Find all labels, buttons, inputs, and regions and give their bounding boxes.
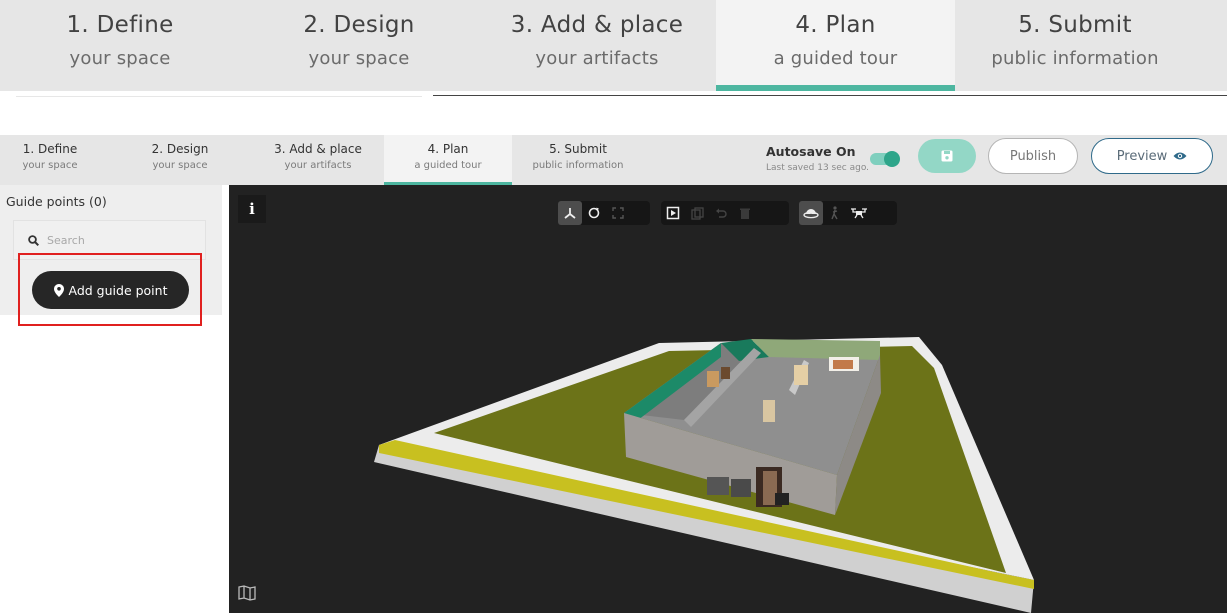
step-tab-subtitle: your space <box>22 160 78 171</box>
3d-viewport[interactable]: i <box>229 185 1227 613</box>
save-button[interactable] <box>918 139 976 173</box>
big-step-subtitle: your space <box>69 48 171 69</box>
info-icon[interactable]: i <box>238 195 266 223</box>
view-toolbar <box>558 201 650 225</box>
walk-icon[interactable] <box>823 201 847 225</box>
big-step-title: 3. Add & place <box>510 12 684 38</box>
step-tab-submit[interactable]: 5. Submit public information <box>522 135 634 185</box>
copy-icon[interactable] <box>685 201 709 225</box>
last-saved-text: Last saved 13 sec ago. <box>766 163 870 173</box>
map-icon[interactable] <box>235 581 259 605</box>
step-tab-add-place[interactable]: 3. Add & place your artifacts <box>262 135 374 185</box>
big-step-subtitle: public information <box>991 48 1159 69</box>
step-tab-define[interactable]: 1. Define your space <box>0 135 100 185</box>
annotation-highlight-box <box>18 253 202 326</box>
app-root: 1. Define your space 2. Design your spac… <box>0 0 1227 613</box>
step-tab-subtitle: your space <box>152 160 208 171</box>
step-header-zoomed: 1. Define your space 2. Design your spac… <box>0 0 1227 91</box>
publish-button[interactable]: Publish <box>988 138 1078 174</box>
toggle-knob <box>884 151 900 167</box>
step-tab-title: 1. Define <box>22 142 78 156</box>
trash-icon[interactable] <box>733 201 757 225</box>
autosave-toggle[interactable] <box>870 151 900 167</box>
divider <box>433 95 1227 96</box>
play-tour-icon[interactable] <box>661 201 685 225</box>
big-step-submit[interactable]: 5. Submit public information <box>955 0 1195 91</box>
big-step-subtitle: your space <box>308 48 410 69</box>
gallery-3d-scene[interactable] <box>229 185 1227 613</box>
step-tab-title: 4. Plan <box>427 142 469 156</box>
app-toolbar: 1. Define your space 2. Design your spac… <box>0 135 1227 185</box>
step-tab-subtitle: public information <box>532 160 624 171</box>
autosave-label: Autosave On <box>766 144 856 159</box>
rotate-icon[interactable] <box>582 201 606 225</box>
undo-icon[interactable] <box>709 201 733 225</box>
guide-points-title: Guide points (0) <box>6 194 107 209</box>
step-tab-design[interactable]: 2. Design your space <box>130 135 230 185</box>
search-icon <box>28 234 39 246</box>
big-step-title: 4. Plan <box>795 12 876 38</box>
search-input[interactable] <box>47 233 197 247</box>
step-tab-title: 2. Design <box>151 142 209 156</box>
step-tab-title: 5. Submit <box>549 142 607 156</box>
fullscreen-icon[interactable] <box>606 201 630 225</box>
camera-toolbar <box>799 201 897 225</box>
big-step-design[interactable]: 2. Design your space <box>240 0 478 91</box>
big-step-plan[interactable]: 4. Plan a guided tour <box>716 0 955 91</box>
step-tab-subtitle: your artifacts <box>284 160 352 171</box>
preview-label: Preview <box>1116 148 1168 164</box>
autosave-status: Autosave On Last saved 13 sec ago. <box>766 144 869 173</box>
divider <box>16 96 422 97</box>
preview-button[interactable]: Preview <box>1091 138 1213 174</box>
axes-icon[interactable] <box>558 201 582 225</box>
eye-icon <box>1173 152 1187 160</box>
big-step-subtitle: a guided tour <box>773 48 898 69</box>
orbit-view-icon[interactable] <box>799 201 823 225</box>
big-step-title: 2. Design <box>303 12 415 38</box>
step-tab-plan[interactable]: 4. Plan a guided tour <box>384 135 512 185</box>
step-tab-subtitle: a guided tour <box>414 160 482 171</box>
tour-toolbar <box>661 201 789 225</box>
floppy-disk-icon <box>941 150 953 162</box>
big-step-define[interactable]: 1. Define your space <box>0 0 240 91</box>
drone-icon[interactable] <box>847 201 871 225</box>
big-step-subtitle: your artifacts <box>535 48 659 69</box>
big-step-title: 5. Submit <box>1018 12 1132 38</box>
step-tab-title: 3. Add & place <box>274 142 362 156</box>
publish-label: Publish <box>1009 148 1057 164</box>
big-step-title: 1. Define <box>66 12 174 38</box>
big-step-add-place[interactable]: 3. Add & place your artifacts <box>478 0 716 91</box>
